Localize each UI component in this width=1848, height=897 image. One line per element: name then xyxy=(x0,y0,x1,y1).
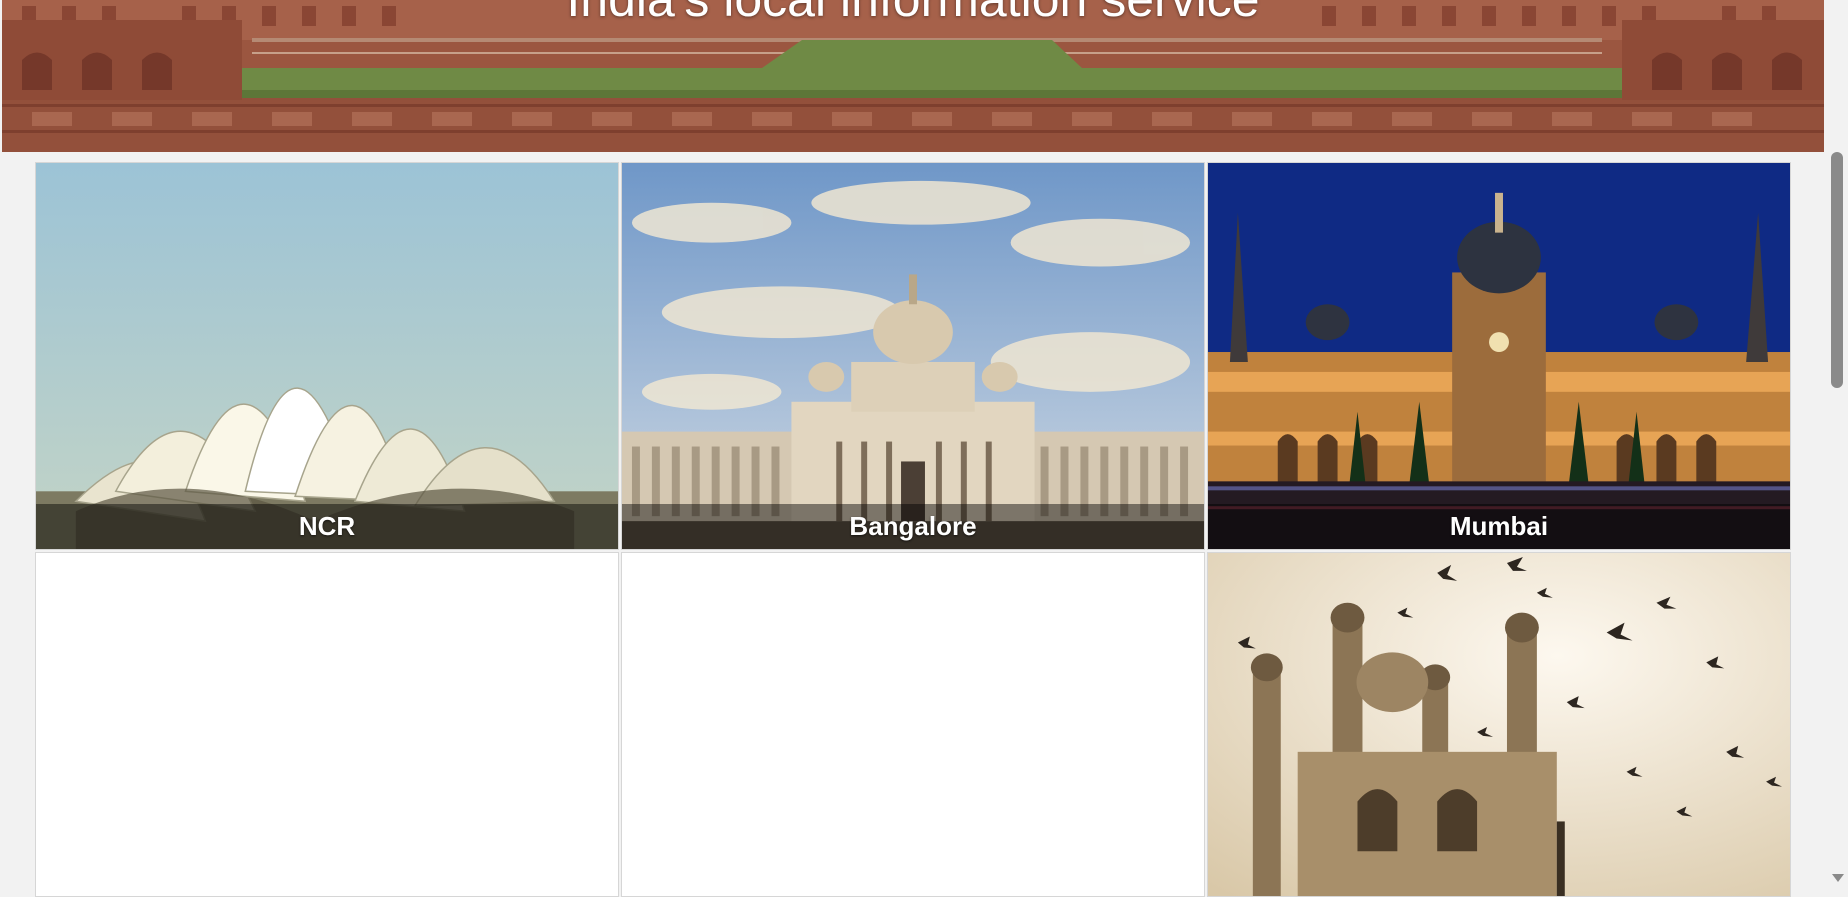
charminar-image xyxy=(1208,553,1790,896)
site-tagline: India's local information service xyxy=(2,0,1824,28)
city-tile-bangalore[interactable]: Bangalore xyxy=(621,162,1205,550)
header-banner: India's local information service xyxy=(2,0,1824,152)
city-name-label: Bangalore xyxy=(622,504,1204,549)
vidhana-soudha-image xyxy=(622,163,1204,549)
city-grid: NCR Bangalore Mumbai xyxy=(35,162,1791,897)
scroll-down-arrow-icon[interactable] xyxy=(1832,874,1844,882)
city-name-label: Mumbai xyxy=(1208,504,1790,549)
city-name-label: NCR xyxy=(36,504,618,549)
city-tile-charminar[interactable] xyxy=(1207,552,1791,897)
cst-station-image xyxy=(1208,163,1790,549)
city-tile-blank-1[interactable] xyxy=(35,552,619,897)
vertical-scrollbar[interactable] xyxy=(1828,152,1848,897)
city-tile-mumbai[interactable]: Mumbai xyxy=(1207,162,1791,550)
lotus-temple-image xyxy=(36,163,618,549)
scrollbar-thumb[interactable] xyxy=(1831,152,1843,388)
city-tile-blank-2[interactable] xyxy=(621,552,1205,897)
city-tile-ncr[interactable]: NCR xyxy=(35,162,619,550)
